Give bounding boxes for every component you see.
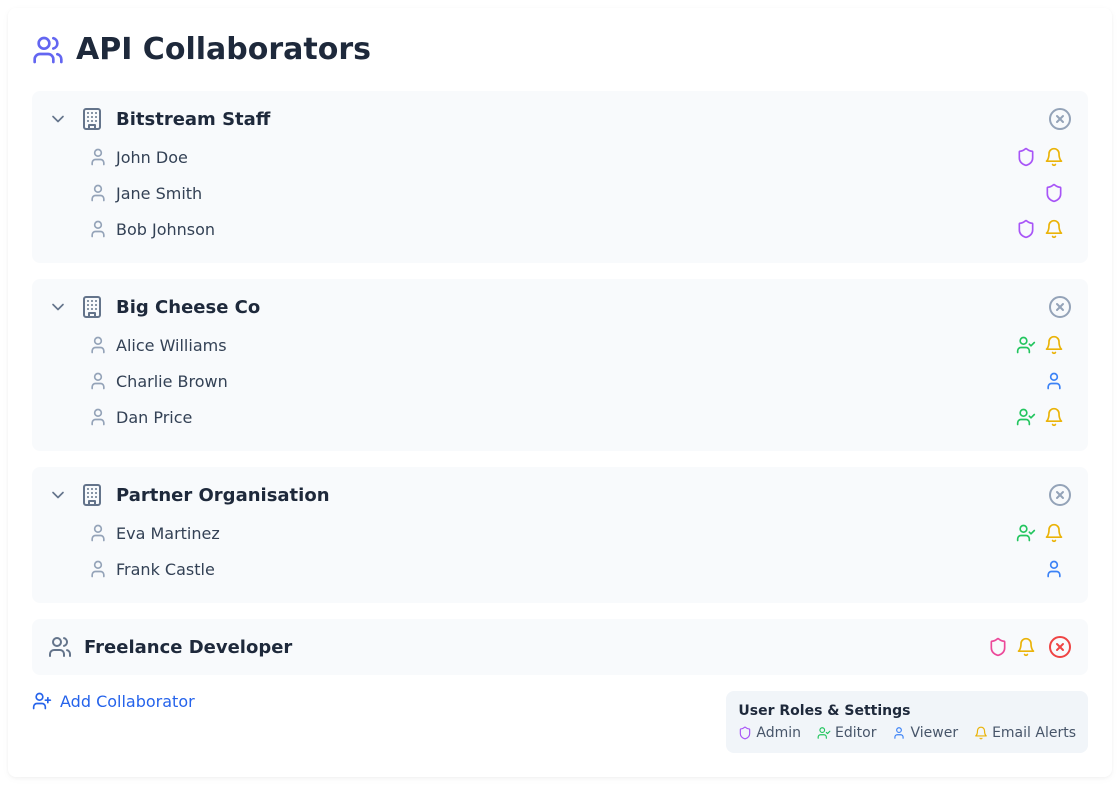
member-row[interactable]: John Doe xyxy=(80,139,1072,175)
legend: User Roles & Settings Admin Editor Viewe… xyxy=(726,691,1088,753)
remove-org-button[interactable] xyxy=(1048,295,1072,319)
chevron-down-icon xyxy=(48,109,68,129)
org-name: Partner Organisation xyxy=(116,485,330,506)
org-header: Partner Organisation xyxy=(48,483,1072,507)
member-badges xyxy=(1016,335,1064,355)
user-icon xyxy=(88,183,108,203)
legend-title: User Roles & Settings xyxy=(738,703,1076,719)
member-badges xyxy=(1016,147,1064,167)
member-badges xyxy=(1016,219,1064,239)
member-row[interactable]: Bob Johnson xyxy=(80,211,1072,247)
user-icon xyxy=(88,559,108,579)
member-name: Dan Price xyxy=(116,408,192,427)
building-icon xyxy=(80,483,104,507)
user-plus-icon xyxy=(32,691,52,711)
member-row[interactable]: Charlie Brown xyxy=(80,363,1072,399)
page-title: API Collaborators xyxy=(76,32,371,67)
org-name: Bitstream Staff xyxy=(116,109,270,130)
chevron-down-icon xyxy=(48,297,68,317)
member-badges xyxy=(1016,523,1064,543)
collaborators-panel: API Collaborators Bitstream Staff John D… xyxy=(8,8,1112,777)
freelancer-row: Freelance Developer xyxy=(32,619,1088,675)
member-name: John Doe xyxy=(116,148,188,167)
users-icon xyxy=(32,34,64,66)
close-circle-icon xyxy=(1048,483,1072,507)
user-check-icon xyxy=(817,726,831,740)
member-name: Jane Smith xyxy=(116,184,202,203)
legend-editor: Editor xyxy=(817,725,876,741)
shield-icon xyxy=(1044,183,1064,203)
bell-icon xyxy=(1044,147,1064,167)
building-icon xyxy=(80,295,104,319)
user-icon xyxy=(88,371,108,391)
member-row[interactable]: Eva Martinez xyxy=(80,515,1072,551)
collapse-toggle[interactable] xyxy=(48,109,68,129)
org-block: Big Cheese Co Alice Williams Charlie Bro… xyxy=(32,279,1088,451)
bell-icon xyxy=(1044,523,1064,543)
member-list: John Doe Jane Smith Bob Johnson xyxy=(80,139,1072,247)
org-header: Bitstream Staff xyxy=(48,107,1072,131)
shield-icon xyxy=(1016,147,1036,167)
member-name: Eva Martinez xyxy=(116,524,220,543)
org-name: Big Cheese Co xyxy=(116,297,260,318)
add-collaborator-label: Add Collaborator xyxy=(60,692,195,711)
org-block: Bitstream Staff John Doe Jane Smith xyxy=(32,91,1088,263)
close-circle-icon xyxy=(1048,295,1072,319)
member-row[interactable]: Frank Castle xyxy=(80,551,1072,587)
user-check-icon xyxy=(1016,335,1036,355)
freelancer-badges xyxy=(988,637,1036,657)
remove-org-button[interactable] xyxy=(1048,483,1072,507)
user-icon xyxy=(88,407,108,427)
legend-admin: Admin xyxy=(738,725,801,741)
close-circle-icon xyxy=(1048,107,1072,131)
bell-icon xyxy=(1044,335,1064,355)
user-icon xyxy=(892,726,906,740)
close-circle-icon xyxy=(1048,635,1072,659)
shield-icon xyxy=(1016,219,1036,239)
member-badges xyxy=(1044,559,1064,579)
collapse-toggle[interactable] xyxy=(48,485,68,505)
member-badges xyxy=(1044,371,1064,391)
member-row[interactable]: Alice Williams xyxy=(80,327,1072,363)
user-icon xyxy=(88,335,108,355)
page-header: API Collaborators xyxy=(32,32,1088,67)
user-icon xyxy=(88,147,108,167)
member-row[interactable]: Jane Smith xyxy=(80,175,1072,211)
remove-freelancer-button[interactable] xyxy=(1048,635,1072,659)
bell-icon xyxy=(1044,219,1064,239)
org-block: Partner Organisation Eva Martinez Frank … xyxy=(32,467,1088,603)
member-name: Charlie Brown xyxy=(116,372,228,391)
user-icon xyxy=(1044,559,1064,579)
add-collaborator-link[interactable]: Add Collaborator xyxy=(32,691,195,711)
member-row[interactable]: Dan Price xyxy=(80,399,1072,435)
bell-icon xyxy=(1044,407,1064,427)
collapse-toggle[interactable] xyxy=(48,297,68,317)
users-icon xyxy=(48,635,72,659)
footer: Add Collaborator User Roles & Settings A… xyxy=(32,691,1088,753)
user-icon xyxy=(88,219,108,239)
user-icon xyxy=(88,523,108,543)
user-check-icon xyxy=(1016,407,1036,427)
bell-icon xyxy=(974,726,988,740)
legend-viewer: Viewer xyxy=(892,725,958,741)
shield-icon xyxy=(738,726,752,740)
legend-alerts: Email Alerts xyxy=(974,725,1076,741)
member-name: Alice Williams xyxy=(116,336,227,355)
building-icon xyxy=(80,107,104,131)
shield-icon xyxy=(988,637,1008,657)
remove-org-button[interactable] xyxy=(1048,107,1072,131)
freelancer-name: Freelance Developer xyxy=(84,637,292,658)
member-list: Eva Martinez Frank Castle xyxy=(80,515,1072,587)
user-check-icon xyxy=(1016,523,1036,543)
chevron-down-icon xyxy=(48,485,68,505)
member-name: Bob Johnson xyxy=(116,220,215,239)
member-name: Frank Castle xyxy=(116,560,215,579)
bell-icon xyxy=(1016,637,1036,657)
user-icon xyxy=(1044,371,1064,391)
member-badges xyxy=(1016,407,1064,427)
org-header: Big Cheese Co xyxy=(48,295,1072,319)
member-list: Alice Williams Charlie Brown Dan Price xyxy=(80,327,1072,435)
member-badges xyxy=(1044,183,1064,203)
